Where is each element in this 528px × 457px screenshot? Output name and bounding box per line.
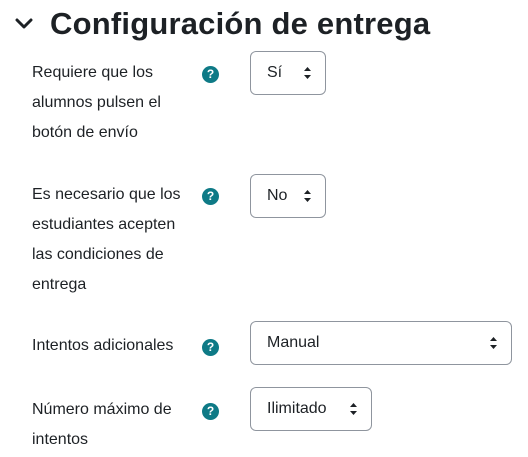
sort-arrows-icon xyxy=(304,67,311,79)
field-label: Requiere que los alumnos pulsen el botón… xyxy=(32,64,161,141)
question-circle-icon[interactable]: ? xyxy=(202,403,219,420)
chevron-down-icon[interactable] xyxy=(12,2,36,46)
section-title: Configuración de entrega xyxy=(50,6,431,41)
additional-attempts-select[interactable]: Manual xyxy=(250,321,512,365)
require-submit-select[interactable]: Sí xyxy=(250,51,326,95)
max-attempts-select[interactable]: Ilimitado xyxy=(250,387,372,431)
field-label: Es necesario que los estudiantes acepten… xyxy=(32,186,181,293)
submission-settings-panel: Configuración de entrega Requiere que lo… xyxy=(0,0,528,457)
question-circle-icon[interactable]: ? xyxy=(202,339,219,356)
sort-arrows-icon xyxy=(304,190,311,202)
field-label: Número máximo de intentos xyxy=(32,401,172,448)
section-toggle[interactable]: Configuración de entrega xyxy=(12,2,430,46)
sort-arrows-icon xyxy=(350,403,357,415)
question-circle-icon[interactable]: ? xyxy=(202,66,219,83)
sort-arrows-icon xyxy=(490,337,497,349)
field-label: Intentos adicionales xyxy=(32,337,174,354)
accept-statement-select[interactable]: No xyxy=(250,174,326,218)
question-circle-icon[interactable]: ? xyxy=(202,188,219,205)
